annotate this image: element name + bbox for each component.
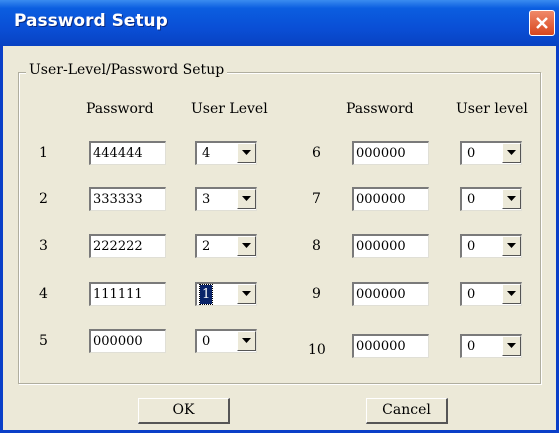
close-button[interactable] — [529, 10, 555, 36]
dropdown-arrow-2[interactable] — [237, 189, 256, 209]
row-number-4: 4 — [39, 286, 48, 302]
row-number-8: 8 — [312, 238, 321, 254]
ok-button[interactable]: OK — [138, 398, 230, 424]
group-label: User-Level/Password Setup — [26, 62, 228, 78]
user-level-select-3[interactable]: 2 — [195, 234, 257, 258]
chevron-down-icon — [507, 291, 516, 296]
dropdown-arrow-7[interactable] — [502, 189, 521, 209]
password-field-3[interactable]: 222222 — [89, 234, 166, 258]
window-title: Password Setup — [14, 11, 168, 31]
close-icon — [536, 17, 548, 29]
password-field-8[interactable]: 000000 — [352, 234, 429, 258]
row-number-10: 10 — [308, 342, 326, 358]
user-level-value-6: 0 — [467, 146, 476, 161]
chevron-down-icon — [242, 291, 251, 296]
user-level-value-7: 0 — [467, 192, 476, 207]
title-bar[interactable]: Password Setup — [0, 0, 559, 46]
user-level-select-5[interactable]: 0 — [195, 329, 257, 353]
dropdown-arrow-9[interactable] — [502, 284, 521, 304]
row-number-6: 6 — [312, 145, 321, 161]
user-level-select-2[interactable]: 3 — [195, 187, 257, 211]
row-number-2: 2 — [39, 191, 48, 207]
user-level-select-7[interactable]: 0 — [460, 187, 522, 211]
dropdown-arrow-5[interactable] — [237, 331, 256, 351]
dropdown-arrow-1[interactable] — [237, 143, 256, 163]
row-number-1: 1 — [39, 145, 48, 161]
password-field-6[interactable]: 000000 — [352, 141, 429, 165]
header-password-left: Password — [86, 101, 154, 117]
row-number-7: 7 — [312, 191, 321, 207]
user-level-select-1[interactable]: 4 — [195, 141, 257, 165]
header-password-right: Password — [346, 101, 414, 117]
user-level-select-6[interactable]: 0 — [460, 141, 522, 165]
password-field-1[interactable]: 444444 — [89, 141, 166, 165]
password-field-10[interactable]: 000000 — [352, 334, 429, 358]
header-user-level-right: User level — [456, 101, 528, 117]
dropdown-arrow-4[interactable] — [237, 284, 256, 304]
header-user-level-left: User Level — [191, 101, 268, 117]
chevron-down-icon — [507, 150, 516, 155]
password-field-9[interactable]: 000000 — [352, 282, 429, 306]
user-level-select-9[interactable]: 0 — [460, 282, 522, 306]
cancel-button[interactable]: Cancel — [366, 398, 448, 424]
row-number-3: 3 — [39, 238, 48, 254]
password-field-7[interactable]: 000000 — [352, 187, 429, 211]
user-level-value-5: 0 — [202, 334, 211, 349]
user-level-value-8: 0 — [467, 239, 476, 254]
user-level-value-4: 1 — [198, 284, 214, 305]
chevron-down-icon — [242, 243, 251, 248]
dropdown-arrow-6[interactable] — [502, 143, 521, 163]
password-field-5[interactable]: 000000 — [89, 329, 166, 353]
chevron-down-icon — [507, 196, 516, 201]
row-number-9: 9 — [312, 286, 321, 302]
user-level-value-1: 4 — [202, 146, 211, 161]
password-field-2[interactable]: 333333 — [89, 187, 166, 211]
chevron-down-icon — [242, 338, 251, 343]
dropdown-arrow-10[interactable] — [502, 336, 521, 356]
user-level-value-9: 0 — [467, 287, 476, 302]
password-field-4[interactable]: 111111 — [89, 282, 166, 306]
user-level-select-4[interactable]: 1 — [195, 282, 257, 306]
user-level-select-8[interactable]: 0 — [460, 234, 522, 258]
dropdown-arrow-8[interactable] — [502, 236, 521, 256]
user-level-value-2: 3 — [202, 192, 211, 207]
user-level-select-10[interactable]: 0 — [460, 334, 522, 358]
chevron-down-icon — [242, 196, 251, 201]
dropdown-arrow-3[interactable] — [237, 236, 256, 256]
chevron-down-icon — [507, 343, 516, 348]
user-level-value-10: 0 — [467, 339, 476, 354]
chevron-down-icon — [507, 243, 516, 248]
chevron-down-icon — [242, 150, 251, 155]
row-number-5: 5 — [39, 333, 48, 349]
user-level-value-3: 2 — [202, 239, 211, 254]
